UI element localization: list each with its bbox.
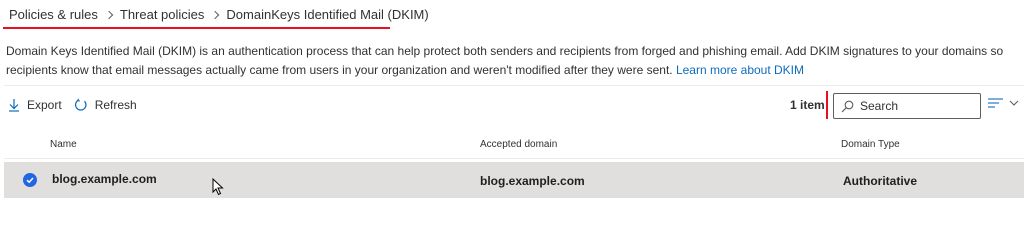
search-icon <box>841 100 854 112</box>
annotation-marker <box>826 91 828 119</box>
cell-domain-type: Authoritative <box>843 174 918 188</box>
column-header-accepted-domain[interactable]: Accepted domain <box>480 139 557 150</box>
learn-more-link[interactable]: Learn more about DKIM <box>676 63 804 77</box>
search-box[interactable] <box>833 93 981 119</box>
cell-name: blog.example.com <box>52 172 157 186</box>
divider <box>4 85 1024 86</box>
chevron-down-icon <box>1009 100 1019 106</box>
breadcrumb: Policies & rules Threat policies DomainK… <box>9 7 429 22</box>
breadcrumb-dkim: DomainKeys Identified Mail (DKIM) <box>226 7 429 22</box>
export-button[interactable]: Export <box>8 98 62 112</box>
search-input[interactable] <box>860 99 970 113</box>
refresh-label: Refresh <box>94 98 137 112</box>
column-header-name[interactable]: Name <box>50 139 77 150</box>
description-text: Domain Keys Identified Mail (DKIM) is an… <box>6 44 1004 77</box>
command-bar: Export Refresh <box>8 94 149 116</box>
chevron-right-icon <box>204 9 226 21</box>
table-row[interactable]: blog.example.com blog.example.com Author… <box>4 162 1024 198</box>
annotation-underline <box>3 27 390 29</box>
export-label: Export <box>27 98 62 112</box>
breadcrumb-policies-rules[interactable]: Policies & rules <box>9 7 98 22</box>
filter-lines-icon <box>988 98 1003 108</box>
chevron-right-icon <box>98 9 120 21</box>
checkmark-icon <box>26 177 34 184</box>
page-description: Domain Keys Identified Mail (DKIM) is an… <box>6 42 1016 80</box>
row-checkbox[interactable] <box>23 173 37 187</box>
refresh-icon <box>74 98 87 111</box>
breadcrumb-threat-policies[interactable]: Threat policies <box>120 7 205 22</box>
header-divider <box>4 158 1024 159</box>
item-count: 1 item <box>790 98 825 112</box>
cell-accepted-domain: blog.example.com <box>480 174 585 188</box>
dkim-page: Policies & rules Threat policies DomainK… <box>0 0 1030 203</box>
column-header-domain-type[interactable]: Domain Type <box>841 139 900 150</box>
view-options-button[interactable] <box>988 97 1020 109</box>
refresh-button[interactable]: Refresh <box>74 98 137 112</box>
mouse-pointer-icon <box>212 178 224 196</box>
download-icon <box>9 99 19 112</box>
